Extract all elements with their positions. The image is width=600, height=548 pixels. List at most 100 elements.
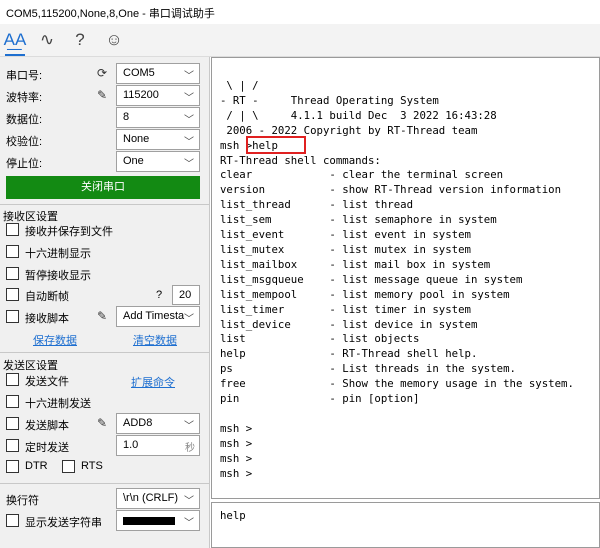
clear-data-link[interactable]: 清空数据 xyxy=(133,332,177,348)
terminal-line: version - show RT-Thread version informa… xyxy=(220,183,562,197)
terminal-line: list_device - list device in system xyxy=(220,317,478,331)
hex-send-checkbox[interactable] xyxy=(6,395,19,408)
stopbits-label: 停止位: xyxy=(6,158,43,170)
pause-display-checkbox[interactable] xyxy=(6,267,19,280)
chevron-down-icon: ﹀ xyxy=(184,496,194,507)
receive-script-checkbox[interactable] xyxy=(6,310,19,323)
receive-script-label: 接收脚本 xyxy=(25,313,69,325)
databits-select[interactable]: 8 ﹀ xyxy=(116,107,200,128)
pen-icon[interactable]: ✎ xyxy=(94,308,110,324)
baud-select[interactable]: 115200 ﹀ xyxy=(116,85,200,106)
terminal-line: list_sem - list semaphore in system xyxy=(220,213,497,227)
extend-command-link[interactable]: 扩展命令 xyxy=(131,374,175,390)
send-input[interactable]: help xyxy=(211,502,600,548)
parity-value: None xyxy=(123,133,150,145)
terminal-line: / | \ 4.1.1 build Dec 3 2022 16:43:28 xyxy=(220,108,497,122)
terminal-line: free - Show the memory usage in the syst… xyxy=(220,377,574,391)
send-file-checkbox[interactable] xyxy=(6,373,19,386)
terminal-line: \ | / xyxy=(220,79,259,92)
port-row: 串口号: ⟳ COM5 ﹀ xyxy=(0,63,210,85)
terminal-line: list_mailbox - list mail box in system xyxy=(220,257,491,271)
dtr-label: DTR xyxy=(25,460,48,472)
send-input-text: help xyxy=(220,509,246,522)
window-title: COM5,115200,None,8,One - 串口调试助手 xyxy=(6,8,215,20)
stopbits-value: One xyxy=(123,155,144,167)
autobreak-checkbox[interactable] xyxy=(6,288,19,301)
help-icon[interactable]: ? xyxy=(156,289,162,301)
terminal-line: list_thread - list thread xyxy=(220,198,414,212)
parity-label: 校验位: xyxy=(6,136,43,148)
send-settings-title: 发送区设置 xyxy=(3,360,58,372)
hex-display-checkbox[interactable] xyxy=(6,245,19,258)
terminal-line: msh > xyxy=(220,421,253,435)
help-icon[interactable]: ? xyxy=(67,27,93,53)
chevron-down-icon: ﹀ xyxy=(184,421,194,432)
terminal-area: \ | / - RT - Thread Operating System / | … xyxy=(211,57,600,548)
terminal-line: - RT - Thread Operating System xyxy=(220,93,439,107)
timed-send-input[interactable]: 1.0 秒 xyxy=(116,435,200,456)
timed-send-value: 1.0 xyxy=(123,439,139,451)
newline-select[interactable]: \r\n (CRLF) ﹀ xyxy=(116,488,200,509)
chevron-down-icon: ﹀ xyxy=(184,159,194,170)
receive-script-select[interactable]: Add Timesta ﹀ xyxy=(116,306,200,327)
divider xyxy=(0,352,210,353)
title-bar: COM5,115200,None,8,One - 串口调试助手 xyxy=(0,0,600,24)
timed-send-row: 定时发送 1.0 秒 xyxy=(0,435,210,457)
save-data-link[interactable]: 保存数据 xyxy=(33,332,77,348)
emoji-icon[interactable]: ☺ xyxy=(101,27,127,53)
send-script-row: 发送脚本 ✎ ADD8 ﹀ xyxy=(0,413,210,435)
terminal-line: list - list objects xyxy=(220,332,420,346)
chevron-down-icon: ﹀ xyxy=(184,71,194,82)
rts-checkbox[interactable] xyxy=(62,460,75,473)
show-send-label: 显示发送字符串 xyxy=(25,517,102,529)
parity-select[interactable]: None ﹀ xyxy=(116,129,200,150)
chevron-down-icon: ﹀ xyxy=(184,314,194,325)
terminal-line: msh > xyxy=(220,436,253,450)
terminal-line: msh > xyxy=(220,451,253,465)
baud-label: 波特率: xyxy=(6,92,43,104)
databits-label: 数据位: xyxy=(6,114,43,126)
stopbits-select[interactable]: One ﹀ xyxy=(116,151,200,172)
port-label: 串口号: xyxy=(6,70,43,82)
timed-send-label: 定时发送 xyxy=(25,442,69,454)
newline-value: \r\n (CRLF) xyxy=(123,492,178,504)
terminal-line: list_event - list event in system xyxy=(220,228,471,242)
terminal-line: list_timer - list timer in system xyxy=(220,302,471,316)
terminal-line: ps - List threads in the system. xyxy=(220,362,516,376)
pen-icon[interactable]: ✎ xyxy=(94,87,110,103)
terminal-line: clear - clear the terminal screen xyxy=(220,168,504,182)
save-to-file-label: 接收并保存到文件 xyxy=(25,226,113,238)
close-port-button[interactable]: 关闭串口 xyxy=(6,176,200,199)
send-script-select[interactable]: ADD8 ﹀ xyxy=(116,413,200,434)
send-script-checkbox[interactable] xyxy=(6,417,19,430)
timed-send-checkbox[interactable] xyxy=(6,439,19,452)
receive-terminal[interactable]: \ | / - RT - Thread Operating System / | … xyxy=(211,57,600,499)
divider xyxy=(0,483,210,484)
save-to-file-checkbox[interactable] xyxy=(6,223,19,236)
dtr-checkbox[interactable] xyxy=(6,460,19,473)
settings-panel: 串口号: ⟳ COM5 ﹀ 波特率: ✎ 115200 ﹀ 数据位: 8 ﹀ 校验位:… xyxy=(0,57,210,548)
chevron-down-icon: ﹀ xyxy=(184,518,194,529)
newline-row: 换行符 \r\n (CRLF) ﹀ xyxy=(0,488,210,510)
pen-icon[interactable]: ✎ xyxy=(94,415,110,431)
send-file-label: 发送文件 xyxy=(25,376,69,388)
autobreak-input[interactable]: 20 xyxy=(172,285,200,305)
terminal-line: help - RT-Thread shell help. xyxy=(220,347,478,361)
port-value: COM5 xyxy=(123,67,155,79)
receive-script-value: Add Timesta xyxy=(123,310,185,322)
receive-settings-title: 接收区设置 xyxy=(3,211,58,223)
show-send-checkbox[interactable] xyxy=(6,514,19,527)
refresh-icon[interactable]: ⟳ xyxy=(94,65,110,81)
show-send-row: 显示发送字符串 ﹀ xyxy=(0,510,210,532)
chart-icon[interactable]: ∿ xyxy=(34,27,60,53)
rts-label: RTS xyxy=(81,460,103,472)
text-icon[interactable]: A͟A xyxy=(2,27,28,56)
help-highlight xyxy=(246,136,306,154)
stopbits-row: 停止位: One ﹀ xyxy=(0,151,210,173)
send-color-select[interactable]: ﹀ xyxy=(116,510,200,531)
send-script-value: ADD8 xyxy=(123,417,153,429)
port-select[interactable]: COM5 ﹀ xyxy=(116,63,200,84)
baud-row: 波特率: ✎ 115200 ﹀ xyxy=(0,85,210,107)
color-swatch xyxy=(123,517,175,525)
